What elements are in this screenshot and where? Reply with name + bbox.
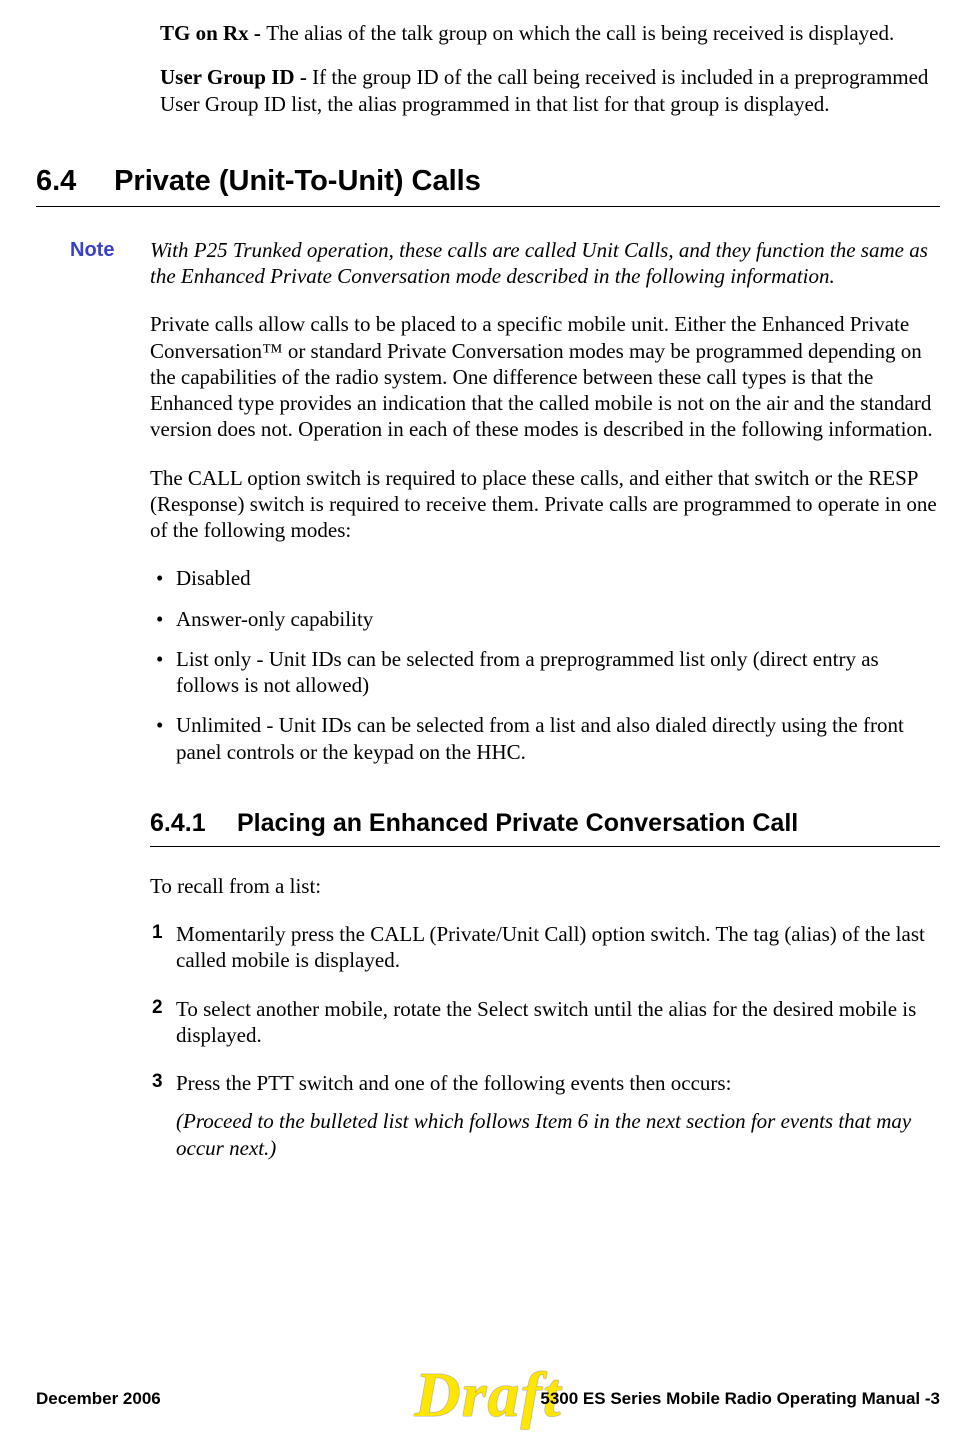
intro-paragraph-1: TG on Rx - The alias of the talk group o… <box>160 20 940 46</box>
list-item: To select another mobile, rotate the Sel… <box>176 996 940 1049</box>
list-item: Disabled <box>176 565 940 591</box>
step-text: Press the PTT switch and one of the foll… <box>176 1071 731 1095</box>
footer-date: December 2006 <box>36 1389 161 1409</box>
list-item: List only - Unit IDs can be selected fro… <box>176 646 940 699</box>
step-follow-text: (Proceed to the bulleted list which foll… <box>176 1108 940 1161</box>
section-number: 6.4 <box>36 165 106 198</box>
note-row: Note With P25 Trunked operation, these c… <box>70 237 940 290</box>
body-block: Private calls allow calls to be placed t… <box>150 311 940 543</box>
note-text: With P25 Trunked operation, these calls … <box>150 237 940 290</box>
page-footer: December 2006 5300 ES Series Mobile Radi… <box>36 1369 940 1409</box>
list-item: Momentarily press the CALL (Private/Unit… <box>176 921 940 974</box>
steps-list: Momentarily press the CALL (Private/Unit… <box>150 921 940 1161</box>
recall-intro-text: To recall from a list: <box>150 873 940 899</box>
step-text: To select another mobile, rotate the Sel… <box>176 997 916 1047</box>
recall-intro: To recall from a list: <box>150 873 940 899</box>
body-paragraph-2: The CALL option switch is required to pl… <box>150 465 940 544</box>
subsection-number: 6.4.1 <box>150 809 230 838</box>
subsection-heading: 6.4.1 Placing an Enhanced Private Conver… <box>150 809 940 838</box>
list-item: Unlimited - Unit IDs can be selected fro… <box>176 712 940 765</box>
subsection-rule <box>150 846 940 847</box>
section-rule <box>36 206 940 207</box>
list-item: Press the PTT switch and one of the foll… <box>176 1070 940 1161</box>
bullet-list: Disabled Answer-only capability List onl… <box>150 565 940 765</box>
section-title: Private (Unit-To-Unit) Calls <box>114 165 481 197</box>
intro-text-1: The alias of the talk group on which the… <box>266 21 894 45</box>
body-paragraph-1: Private calls allow calls to be placed t… <box>150 311 940 442</box>
footer-manual-title: 5300 ES Series Mobile Radio Operating Ma… <box>540 1389 940 1409</box>
list-item: Answer-only capability <box>176 606 940 632</box>
step-text: Momentarily press the CALL (Private/Unit… <box>176 922 925 972</box>
subsection-title: Placing an Enhanced Private Conversation… <box>237 809 798 837</box>
note-label: Note <box>70 237 150 290</box>
intro-block: TG on Rx - The alias of the talk group o… <box>160 20 940 117</box>
intro-label-2: User Group ID - <box>160 65 312 89</box>
section-heading: 6.4 Private (Unit-To-Unit) Calls <box>36 165 940 198</box>
intro-label-1: TG on Rx - <box>160 21 266 45</box>
intro-paragraph-2: User Group ID - If the group ID of the c… <box>160 64 940 117</box>
page: TG on Rx - The alias of the talk group o… <box>0 0 976 1433</box>
